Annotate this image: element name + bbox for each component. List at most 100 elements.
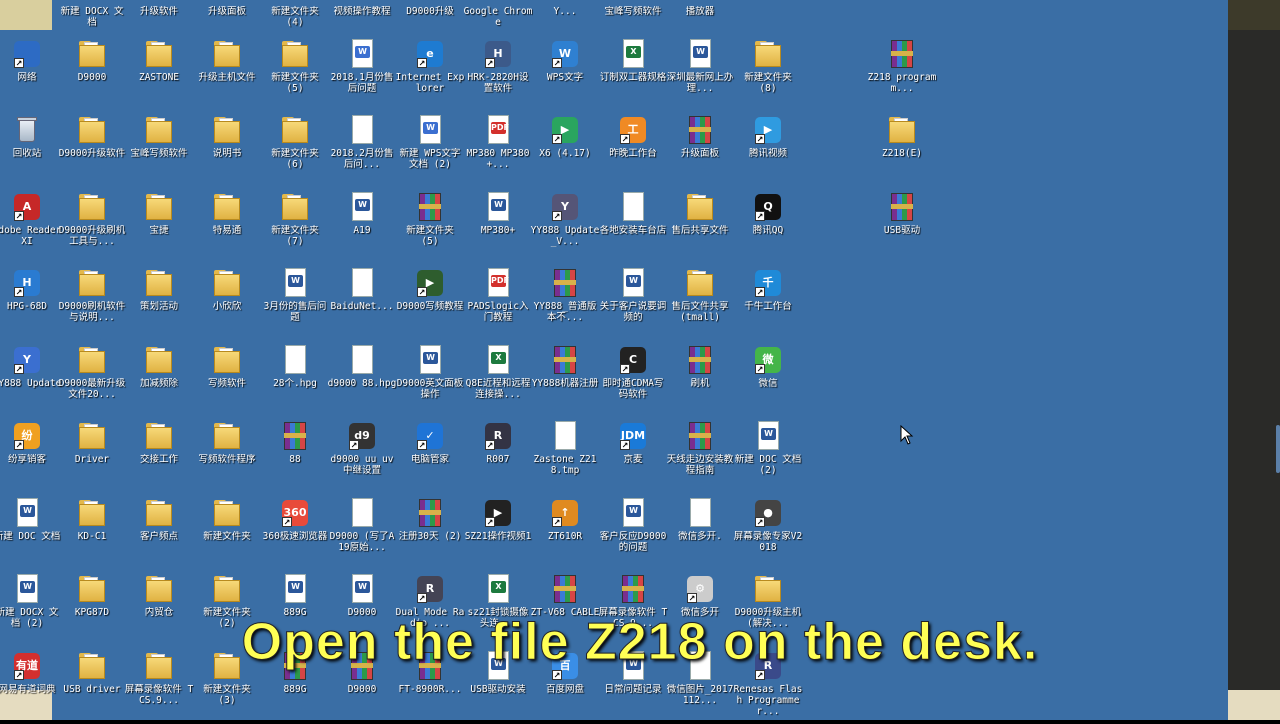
desktop-icon[interactable]: 工 ↗ 昨晚工作台 (598, 112, 668, 188)
desktop-icon[interactable]: 策划活动 (124, 265, 194, 341)
desktop-icon[interactable]: 售后共享文件 (665, 189, 735, 265)
desktop-icon[interactable]: PDF PADSlogic入门教程 (463, 265, 533, 341)
desktop-icon[interactable]: BaiduNet... (327, 265, 397, 341)
desktop-icon[interactable]: W MP380+ (463, 189, 533, 265)
desktop-icon[interactable]: H ↗ HPG-68D (0, 265, 62, 341)
desktop-icon[interactable]: PDF MP380 MP380+... (463, 112, 533, 188)
desktop-icon[interactable]: D9000升级刷机工具与... (57, 189, 127, 265)
desktop-icon[interactable]: W 新建 WPS文字 文档 (2) (395, 112, 465, 188)
desktop-icon[interactable]: USB驱动 (867, 189, 937, 265)
desktop-icon[interactable]: R ↗ R007 (463, 418, 533, 494)
desktop-icon[interactable]: D9000升级软件 (57, 112, 127, 188)
desktop-icon[interactable]: X 订制双工器规格 (598, 36, 668, 112)
desktop-icon[interactable]: 88 (260, 418, 330, 494)
desktop-icon[interactable]: ● ↗ 屏幕录像专家V2018 (733, 495, 803, 571)
desktop-icon[interactable]: D9000 (写了A19原始... (327, 495, 397, 571)
folder-icon (211, 573, 243, 605)
folder-icon (76, 573, 108, 605)
desktop-icon[interactable]: 交接工作 (124, 418, 194, 494)
desktop-icon[interactable]: 客户频点 (124, 495, 194, 571)
desktop-icon[interactable]: ↑ ↗ ZT610R (530, 495, 600, 571)
desktop-icon[interactable]: 新建文件夹 (5) (260, 36, 330, 112)
scrollbar-thumb[interactable] (1276, 425, 1280, 473)
desktop-icon[interactable]: W 新建 DOC 文档 (2) (733, 418, 803, 494)
folder-icon (143, 344, 175, 376)
excel-doc-icon: X (482, 344, 514, 376)
desktop-icon[interactable]: 写频软件程序 (192, 418, 262, 494)
desktop-icon[interactable]: 2018.2月份售后问... (327, 112, 397, 188)
desktop-icon[interactable]: Q ↗ 腾讯QQ (733, 189, 803, 265)
desktop-icon-label: 升级面板 (207, 6, 246, 17)
desktop-icon[interactable]: d9 ↗ d9000 uu uv 中继设置 (327, 418, 397, 494)
desktop-icon[interactable]: Z218(E) (867, 112, 937, 188)
desktop-icon[interactable]: H ↗ HRK-2820H设置软件 (463, 36, 533, 112)
desktop-icon[interactable]: 千 ↗ 千牛工作台 (733, 265, 803, 341)
desktop-icon[interactable]: 升级面板 (665, 112, 735, 188)
desktop-icon[interactable]: W 3月份的售后问题 (260, 265, 330, 341)
desktop-icon[interactable]: W 客户反应D9000的问题 (598, 495, 668, 571)
desktop-icon[interactable]: W ↗ WPS文字 (530, 36, 600, 112)
desktop-icon[interactable]: W D9000英文面板操作 (395, 342, 465, 418)
desktop-icon[interactable]: Zastone Z218.tmp (530, 418, 600, 494)
desktop-icon[interactable]: 回收站 (0, 112, 62, 188)
desktop-icon[interactable]: 新建文件夹 (5) (395, 189, 465, 265)
desktop-icon[interactable]: W A19 (327, 189, 397, 265)
desktop-icon[interactable]: ↗ 网络 (0, 36, 62, 112)
desktop-icon[interactable]: 说明书 (192, 112, 262, 188)
desktop-icon[interactable]: YY888机器注册 (530, 342, 600, 418)
desktop-icon-label: D9000刷机软件与说明... (58, 301, 126, 323)
desktop-icon-label: 新建文件夹 (6) (271, 148, 319, 170)
desktop-icon[interactable]: C ↗ 即时通CDMA写码软件 (598, 342, 668, 418)
desktop-icon[interactable]: 刷机 (665, 342, 735, 418)
desktop-icon[interactable]: 写频软件 (192, 342, 262, 418)
desktop-icon[interactable]: A↗Adobe Reader XI (0, 189, 62, 265)
desktop-icon-label: 升级面板 (680, 148, 719, 159)
desktop-icon[interactable]: 新建文件夹 (7) (260, 189, 330, 265)
desktop-icon[interactable]: 各地安装车台店 (598, 189, 668, 265)
desktop-icon-label: Internet Explorer (395, 72, 465, 94)
desktop-icon[interactable]: 特易通 (192, 189, 262, 265)
desktop-icon[interactable]: ✓ ↗ 电脑管家 (395, 418, 465, 494)
desktop-icon[interactable]: 微信多开. (665, 495, 735, 571)
desktop-icon[interactable]: 28个.hpg (260, 342, 330, 418)
desktop-icon[interactable]: X Q8E近程和远程连接操... (463, 342, 533, 418)
desktop-icon[interactable]: ▶ ↗ D9000写频教程 (395, 265, 465, 341)
desktop-icon[interactable]: ZASTONE (124, 36, 194, 112)
desktop-icon[interactable]: ▶ ↗ SZ21操作视频1 (463, 495, 533, 571)
desktop-icon[interactable]: JDM ↗ 京麦 (598, 418, 668, 494)
desktop-icon[interactable]: ▶ ↗ 腾讯视频 (733, 112, 803, 188)
desktop-icon[interactable]: 小欣欣 (192, 265, 262, 341)
desktop-icon[interactable]: KD-C1 (57, 495, 127, 571)
desktop-icon[interactable]: 天线走边安装教程指南 (665, 418, 735, 494)
desktop-icon[interactable]: 宝峰写频软件 (124, 112, 194, 188)
desktop-icon[interactable]: 加减频除 (124, 342, 194, 418)
desktop-icon[interactable]: 微 ↗ 微信 (733, 342, 803, 418)
desktop-icon-label: 订制双工器规格 (599, 72, 667, 83)
desktop-icon[interactable]: Y ↗ YY888 Update_V... (530, 189, 600, 265)
desktop-icon[interactable]: W 深圳最新网上办理... (665, 36, 735, 112)
desktop-icon[interactable]: ▶ ↗ X6 (4.17) (530, 112, 600, 188)
desktop-icon[interactable]: 纷 ↗ 纷享销客 (0, 418, 62, 494)
folder-icon (211, 267, 243, 299)
desktop-icon[interactable]: 宝捷 (124, 189, 194, 265)
desktop-icon[interactable]: 新建文件夹 (6) (260, 112, 330, 188)
desktop-icon[interactable]: 360 ↗ 360极速浏览器 (260, 495, 330, 571)
desktop-icon[interactable]: 新建文件夹 (8) (733, 36, 803, 112)
desktop-icon[interactable]: YY888_普通版本不... (530, 265, 600, 341)
desktop-icon[interactable]: W 2018.1月份售后问题 (327, 36, 397, 112)
desktop-icon[interactable]: W 关于客户说要调频的 (598, 265, 668, 341)
desktop-icon[interactable]: 售后文件共享 (tmall) (665, 265, 735, 341)
desktop-icon[interactable]: D9000最新升级文件20... (57, 342, 127, 418)
desktop-icon[interactable]: W 新建 DOC 文档 (0, 495, 62, 571)
desktop-icon[interactable]: 新建文件夹 (192, 495, 262, 571)
desktop-icon-label: 网络 (17, 72, 37, 83)
desktop-icon[interactable]: Z218 programm... (867, 36, 937, 112)
desktop-icon[interactable]: Driver (57, 418, 127, 494)
desktop-icon[interactable]: d9000 88.hpg (327, 342, 397, 418)
desktop-icon[interactable]: 升级主机文件 (192, 36, 262, 112)
desktop-icon[interactable]: Y↗ YY888 Update (0, 342, 62, 418)
desktop-icon[interactable]: D9000刷机软件与说明... (57, 265, 127, 341)
desktop-icon[interactable]: D9000 (57, 36, 127, 112)
desktop-icon[interactable]: e ↗ Internet Explorer (395, 36, 465, 112)
desktop-icon[interactable]: 注册30天 (2) (395, 495, 465, 571)
